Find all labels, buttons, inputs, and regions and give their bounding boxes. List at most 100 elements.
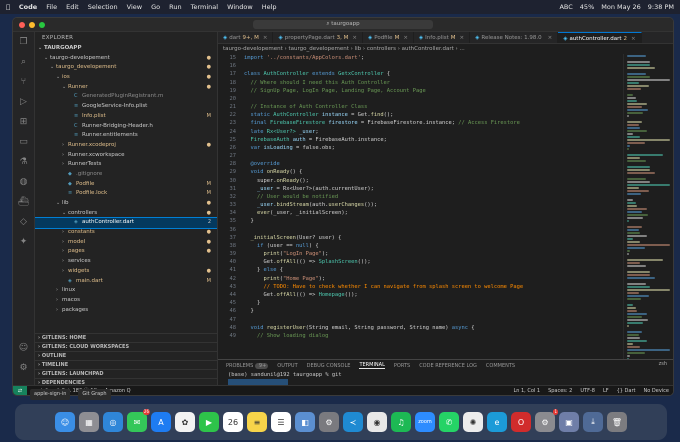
sidebar-panel-header[interactable]: › GITLENS: CLOUD WORKSPACES (35, 342, 217, 351)
facetime-icon[interactable]: ▶ (199, 412, 219, 432)
menu-item-window[interactable]: Window (227, 3, 253, 11)
close-window-button[interactable] (19, 22, 25, 28)
source-control-icon[interactable]: ⑂ (21, 78, 26, 87)
tree-row[interactable]: ≡ Info.plist M (35, 112, 217, 122)
apple-icon[interactable]:  (6, 3, 10, 11)
tree-row[interactable]: › linux (35, 286, 217, 296)
messages-icon[interactable]: ✉ 26 (127, 409, 150, 432)
tree-row[interactable]: › RunnerTests (35, 160, 217, 170)
photos-icon[interactable]: ✿ (175, 412, 195, 432)
explorer-icon[interactable]: ❐ (19, 38, 27, 47)
menu-item-help[interactable]: Help (262, 3, 277, 11)
trash-icon[interactable]: 🗑 (607, 412, 627, 432)
command-center-search[interactable]: ⌕ taurgoapp (253, 20, 433, 29)
notes-icon[interactable]: ≡ (247, 412, 267, 432)
tree-row[interactable]: ⌄ controllers ● (35, 209, 217, 219)
sidebar-panel-header[interactable]: › GITLENS: HOME (35, 333, 217, 342)
tree-row[interactable]: ≡ GoogleService-Info.plist (35, 102, 217, 112)
whatsapp-icon[interactable]: ✆ (439, 412, 459, 432)
chrome-icon[interactable]: ◉ (367, 412, 387, 432)
downloads-icon[interactable]: ⤓ (583, 412, 603, 432)
calendar-icon[interactable]: 26 (223, 412, 243, 432)
editor-tab[interactable]: ◈ dart 9+, M × (218, 32, 274, 43)
status-item[interactable]: LF (603, 388, 609, 394)
tree-row[interactable]: ◆ .gitignore (35, 170, 217, 180)
tree-row[interactable]: › model ● (35, 238, 217, 248)
extensions-icon[interactable]: ⊞ (20, 118, 28, 127)
safari-icon[interactable]: ◎ (103, 412, 123, 432)
editor-tab[interactable]: ◈ Info.plist M × (414, 32, 471, 43)
amazon-q-icon[interactable]: ◇ (20, 218, 27, 227)
close-icon[interactable]: × (631, 33, 636, 43)
opera-icon[interactable]: O (511, 412, 531, 432)
menu-item-selection[interactable]: Selection (88, 3, 118, 11)
finder-icon[interactable]: ☺ (55, 412, 75, 432)
menu-item-view[interactable]: View (127, 3, 142, 11)
menu-item-terminal[interactable]: Terminal (191, 3, 218, 11)
sidebar-panel-header[interactable]: › TIMELINE (35, 360, 217, 369)
vscode-icon[interactable]: ≺ (343, 412, 363, 432)
tree-row[interactable]: ◈ main.dart M (35, 277, 217, 287)
preview-icon[interactable]: ◧ (295, 412, 315, 432)
menu-status-item[interactable]: ABC (559, 3, 572, 11)
close-icon[interactable]: × (263, 32, 268, 43)
tree-row[interactable]: › services (35, 257, 217, 267)
chatgpt-icon[interactable]: ✺ (463, 412, 483, 432)
remote-indicator-icon[interactable]: ⇄ (13, 385, 27, 395)
panel-tab-code-reference-log[interactable]: CODE REFERENCE LOG (419, 363, 477, 369)
disk-utility-icon[interactable]: ▣ (559, 412, 579, 432)
menu-item-run[interactable]: Run (169, 3, 181, 11)
code-editor[interactable]: 15 import '../constants/AppColors.dart'; 1… (218, 54, 623, 359)
close-icon[interactable]: × (352, 32, 357, 43)
panel-tab-debug-console[interactable]: DEBUG CONSOLE (307, 363, 351, 369)
close-icon[interactable]: × (403, 32, 408, 43)
editor-tab[interactable]: ◈ Release Notes: 1.98.0 × (470, 32, 559, 43)
menu-status-item[interactable]: 9:38 PM (648, 3, 674, 11)
edge-icon[interactable]: e (487, 412, 507, 432)
tree-row[interactable]: › macos (35, 296, 217, 306)
status-item[interactable]: Ln 1, Col 1 (513, 388, 540, 394)
reminders-icon[interactable]: ☰ (271, 412, 291, 432)
zoom-window-button[interactable] (39, 22, 45, 28)
search-view-icon[interactable]: ⌕ (21, 58, 26, 67)
minimize-window-button[interactable] (29, 22, 35, 28)
tree-row[interactable]: ⌄ lib ● (35, 199, 217, 209)
tree-row[interactable]: › packages (35, 306, 217, 316)
editor-tab[interactable]: ◈ propertyPage.dart 3, M × (273, 32, 363, 43)
tree-row[interactable]: › widgets ● (35, 267, 217, 277)
settings-icon[interactable]: ⚙ (319, 412, 339, 432)
editor-tab[interactable]: ◈ Podfile M × (363, 32, 414, 43)
terminal-shell-label[interactable]: zsh (659, 361, 667, 367)
tree-row[interactable]: › Runner.xcworkspace (35, 151, 217, 161)
run-debug-icon[interactable]: ▷ (20, 98, 27, 107)
status-item[interactable]: Spaces: 2 (548, 388, 572, 394)
panel-tab-problems[interactable]: PROBLEMS 9+ (226, 362, 269, 369)
status-item[interactable]: No Device (644, 388, 670, 394)
menu-item-file[interactable]: File (46, 3, 57, 11)
tree-row[interactable]: ≡ Podfile.lock M (35, 189, 217, 199)
zoom-icon[interactable]: zoom (415, 412, 435, 432)
spotify-icon[interactable]: ♫ (391, 412, 411, 432)
close-icon[interactable]: × (548, 32, 553, 43)
close-icon[interactable]: × (460, 32, 465, 43)
tree-row[interactable]: ⌄ Runner ● (35, 83, 217, 93)
app-store-icon[interactable]: A (151, 412, 171, 432)
manage-gear-icon[interactable]: ⚙ (19, 364, 27, 373)
panel-tab-ports[interactable]: PORTS (394, 363, 410, 369)
tree-row[interactable]: › constants ● (35, 228, 217, 238)
panel-tab-comments[interactable]: COMMENTS (486, 363, 515, 369)
tree-row[interactable]: ⌄ taurgo-developement ● (35, 54, 217, 64)
tree-row[interactable]: C GeneratedPluginRegistrant.m (35, 92, 217, 102)
remote-explorer-icon[interactable]: ▭ (19, 138, 28, 147)
app-menu-name[interactable]: Code (19, 3, 37, 11)
tree-row[interactable]: › pages ● (35, 247, 217, 257)
panel-tab-output[interactable]: OUTPUT (277, 363, 297, 369)
editor-tab[interactable]: ◈ authController.dart 2 × (558, 32, 642, 43)
window-tab[interactable]: Git Graph (78, 389, 111, 400)
testing-icon[interactable]: ⚗ (19, 158, 27, 167)
tree-row[interactable]: C Runner-Bridging-Header.h (35, 122, 217, 132)
menu-status-item[interactable]: Mon May 26 (601, 3, 641, 11)
tree-row[interactable]: ⌄ taurgo_developement ● (35, 63, 217, 73)
minimap[interactable] (623, 54, 673, 359)
status-item[interactable]: {} Dart (617, 388, 636, 394)
